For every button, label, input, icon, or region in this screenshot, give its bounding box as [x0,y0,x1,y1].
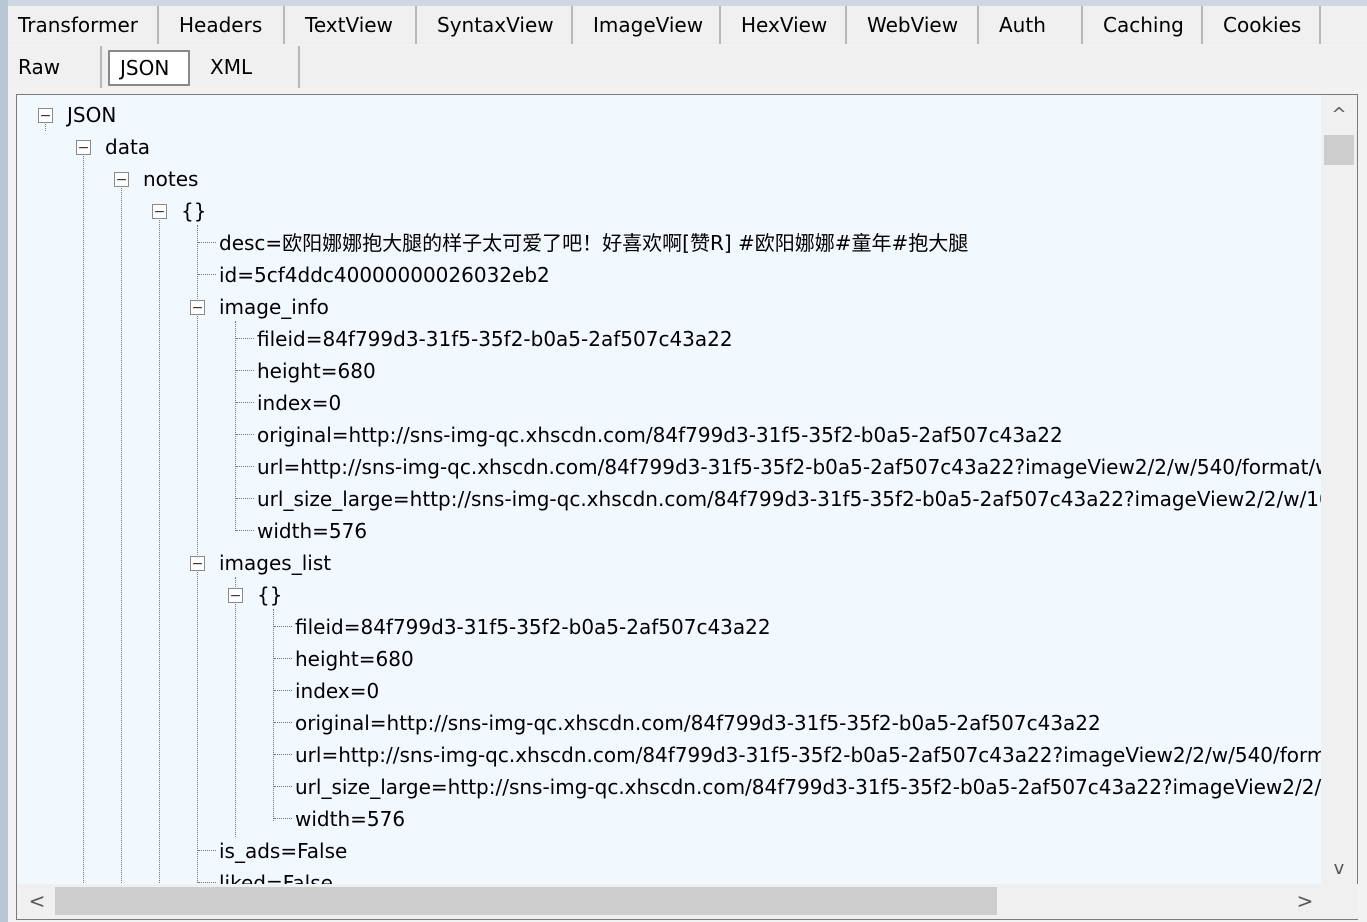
guide-line [198,850,216,851]
tree-leaf-id[interactable]: id=5cf4ddc40000000026032eb2 [219,259,550,291]
tree-leaf-liked[interactable]: liked=False [219,867,333,885]
tab-cookies[interactable]: Cookies [1203,6,1321,44]
inspector-tabs: Transformer Headers TextView SyntaxView … [8,6,1367,44]
guide-line [236,338,254,339]
tree-leaf-original[interactable]: original=http://sns-img-qc.xhscdn.com/84… [257,419,1063,451]
collapse-icon[interactable]: − [190,556,205,571]
tree-leaf-width[interactable]: width=576 [295,803,405,835]
guide-line [274,626,292,627]
collapse-icon[interactable]: − [76,140,91,155]
inspector-panel: Transformer Headers TextView SyntaxView … [0,0,1367,922]
tab-raw[interactable]: Raw [8,46,102,88]
tab-webview[interactable]: WebView [847,6,979,44]
guide-line [274,754,292,755]
view-tabs: Raw JSON XML [8,46,1367,88]
tree-node-json[interactable]: JSON [67,99,116,131]
collapse-icon[interactable]: − [190,300,205,315]
guide-line [235,577,236,837]
guide-line [274,818,292,819]
guide-line [274,786,292,787]
tree-leaf-index[interactable]: index=0 [257,387,341,419]
scroll-right-icon[interactable]: > [1287,884,1323,919]
guide-line [235,321,236,531]
tree-leaf-width[interactable]: width=576 [257,515,367,547]
tab-imageview[interactable]: ImageView [573,6,721,44]
guide-line [236,530,254,531]
scroll-up-icon[interactable]: ^ [1321,101,1357,129]
horizontal-scroll-thumb[interactable] [55,887,997,915]
guide-line [198,882,216,883]
guide-line [198,274,216,275]
tree-node-data[interactable]: data [105,131,150,163]
scroll-left-icon[interactable]: < [19,884,55,919]
tab-auth[interactable]: Auth [979,6,1083,44]
tree-leaf-url-size-large[interactable]: url_size_large=http://sns-img-qc.xhscdn.… [295,771,1322,803]
tree-node-images-list[interactable]: images_list [219,547,331,579]
collapse-icon[interactable]: − [228,588,243,603]
guide-line [274,690,292,691]
guide-line [236,370,254,371]
json-tree-view: − JSON − data − notes − {} desc=欧阳娜娜抱大腿的… [16,94,1358,920]
tree-leaf-height[interactable]: height=680 [257,355,376,387]
guide-line [236,466,254,467]
tab-headers[interactable]: Headers [159,6,285,44]
guide-line [197,225,198,885]
guide-line [236,434,254,435]
tree-content: − JSON − data − notes − {} desc=欧阳娜娜抱大腿的… [17,95,1322,885]
tab-json[interactable]: JSON [108,50,190,86]
guide-line [236,402,254,403]
tree-leaf-url[interactable]: url=http://sns-img-qc.xhscdn.com/84f799d… [257,451,1322,483]
guide-line [159,217,160,885]
tab-syntaxview[interactable]: SyntaxView [417,6,573,44]
tree-leaf-height[interactable]: height=680 [295,643,414,675]
tree-node-image-info[interactable]: image_info [219,291,329,323]
tree-leaf-desc[interactable]: desc=欧阳娜娜抱大腿的样子太可爱了吧！好喜欢啊[赞R] #欧阳娜娜#童年#抱… [219,227,968,259]
tab-transformer[interactable]: Transformer [8,6,159,44]
tree-node-object[interactable]: {} [181,195,206,227]
guide-line [274,722,292,723]
collapse-icon[interactable]: − [114,172,129,187]
tree-leaf-url[interactable]: url=http://sns-img-qc.xhscdn.com/84f799d… [295,739,1322,771]
left-border [0,0,8,922]
tree-leaf-url-size-large[interactable]: url_size_large=http://sns-img-qc.xhscdn.… [257,483,1322,515]
guide-line [83,153,84,885]
guide-line [273,609,274,821]
scroll-down-icon[interactable]: v [1321,855,1357,883]
tree-node-images-list-object[interactable]: {} [257,579,282,611]
tab-hexview[interactable]: HexView [721,6,847,44]
tab-caching[interactable]: Caching [1083,6,1203,44]
guide-line [121,185,122,885]
guide-line [198,242,216,243]
tree-leaf-original[interactable]: original=http://sns-img-qc.xhscdn.com/84… [295,707,1101,739]
vertical-scrollbar[interactable]: ^ v [1321,95,1357,885]
tree-leaf-fileid[interactable]: fileid=84f799d3-31f5-35f2-b0a5-2af507c43… [257,323,733,355]
tree-node-notes[interactable]: notes [143,163,198,195]
collapse-icon[interactable]: − [152,204,167,219]
guide-line [236,498,254,499]
collapse-icon[interactable]: − [38,108,53,123]
horizontal-scrollbar[interactable]: < > [17,884,1358,919]
tab-textview[interactable]: TextView [285,6,417,44]
tab-xml[interactable]: XML [196,46,300,88]
tree-leaf-fileid[interactable]: fileid=84f799d3-31f5-35f2-b0a5-2af507c43… [295,611,771,643]
vertical-scroll-thumb[interactable] [1324,135,1354,165]
tree-leaf-is-ads[interactable]: is_ads=False [219,835,347,867]
guide-line [274,658,292,659]
tree-leaf-index[interactable]: index=0 [295,675,379,707]
